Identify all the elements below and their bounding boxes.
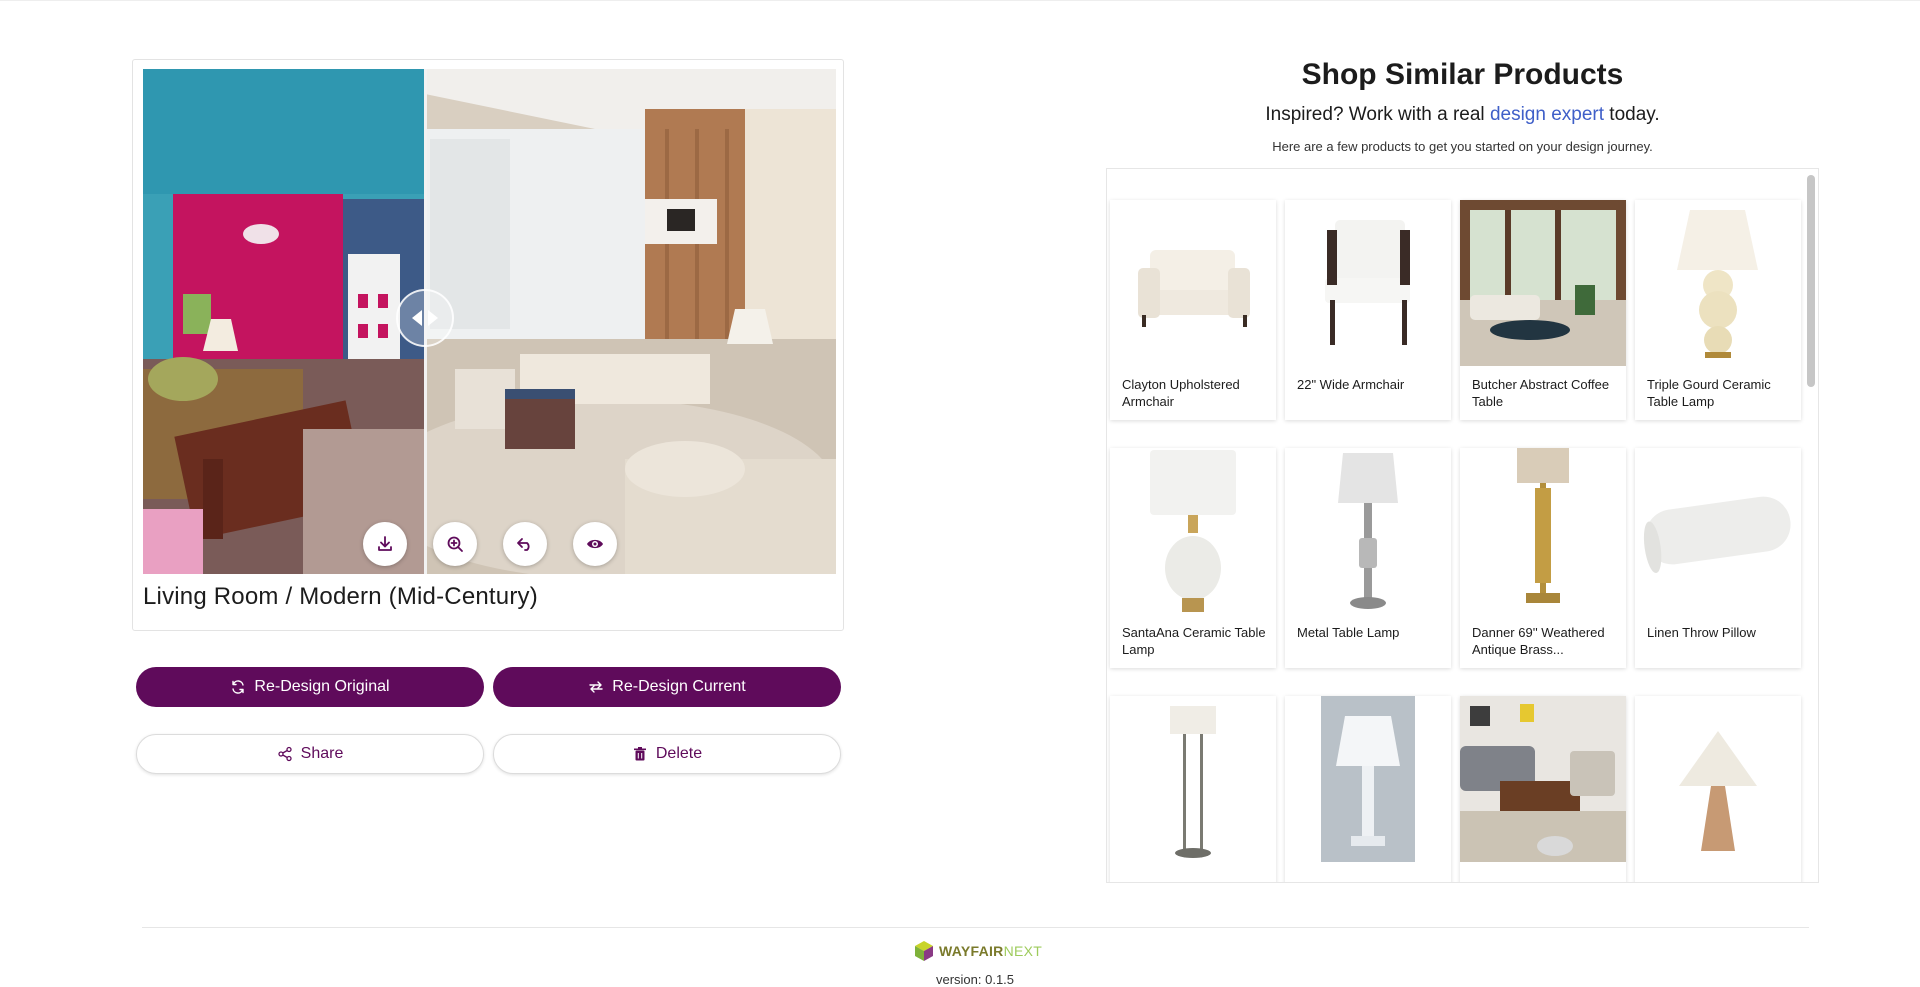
product-image (1635, 448, 1801, 614)
subtitle-suffix: today. (1609, 104, 1660, 125)
wayfair-next-logo: WAYFAIRNEXT (913, 940, 1042, 962)
shop-subtitle: Inspired? Work with a real design expert… (1106, 104, 1819, 126)
product-card[interactable] (1110, 696, 1276, 882)
product-image (1635, 200, 1801, 366)
product-name: Metal Table Lamp (1297, 625, 1400, 640)
product-name: 22" Wide Armchair (1297, 377, 1405, 392)
product-image (1460, 448, 1626, 614)
product-image (1285, 696, 1451, 862)
product-card[interactable]: SantaAna Ceramic Table Lamp (1110, 448, 1276, 668)
redesign-original-button[interactable]: Re-Design Original (136, 667, 484, 707)
product-name: Danner 69'' Weathered Antique Brass... (1472, 625, 1605, 657)
shop-note: Here are a few products to get you start… (1272, 139, 1653, 154)
footer-divider (142, 927, 1809, 928)
delete-label: Delete (655, 745, 703, 762)
arrow-right-icon (428, 310, 438, 326)
product-card[interactable]: Metal Table Lamp (1285, 448, 1451, 668)
refresh-icon (232, 680, 245, 694)
download-icon (378, 536, 392, 551)
product-name: Linen Throw Pillow (1647, 625, 1756, 640)
product-card[interactable]: Butcher Abstract Coffee Table (1460, 200, 1626, 420)
original-room-image (143, 69, 425, 574)
logo-next-text: NEXT (1003, 943, 1043, 959)
product-scrollbar[interactable] (1806, 171, 1816, 871)
product-image (1110, 696, 1276, 862)
product-card[interactable] (1460, 696, 1626, 882)
product-image (1110, 200, 1276, 366)
logo-wayfair-text: WAYFAIR (939, 943, 1004, 959)
redesign-current-button[interactable]: Re-Design Current (493, 667, 841, 707)
design-expert-link[interactable]: design expert (1490, 104, 1604, 125)
top-border (0, 0, 1920, 1)
product-image (1285, 448, 1451, 614)
product-image (1110, 448, 1276, 614)
product-name: Clayton Upholstered Armchair (1122, 377, 1240, 409)
product-card[interactable] (1635, 696, 1801, 882)
product-name: Butcher Abstract Coffee Table (1472, 377, 1610, 409)
product-image (1285, 200, 1451, 366)
subtitle-prefix: Inspired? Work with a real (1265, 104, 1485, 125)
product-card[interactable]: Clayton Upholstered Armchair (1110, 200, 1276, 420)
image-toolbar (143, 522, 836, 568)
swap-arrows-icon (589, 681, 603, 693)
product-image (1460, 696, 1626, 862)
product-image (1635, 696, 1801, 862)
product-card[interactable]: Linen Throw Pillow (1635, 448, 1801, 668)
design-compare-card: Living Room / Modern (Mid-Century) (132, 59, 844, 631)
zoom-in-icon (447, 536, 463, 552)
product-grid[interactable]: Clayton Upholstered Armchair 22" Wide Ar… (1106, 168, 1819, 883)
scrollbar-thumb[interactable] (1807, 175, 1815, 387)
redesign-original-label: Re-Design Original (254, 678, 390, 695)
product-image (1460, 200, 1626, 366)
arrow-left-icon (412, 310, 422, 326)
before-after-slider[interactable] (143, 69, 836, 574)
product-card[interactable]: 22" Wide Armchair (1285, 200, 1451, 420)
product-name: SantaAna Ceramic Table Lamp (1122, 625, 1266, 657)
room-style-title: Living Room / Modern (Mid-Century) (143, 583, 538, 610)
share-button[interactable]: Share (136, 734, 484, 774)
shop-similar-title: Shop Similar Products (1301, 58, 1624, 91)
undo-button[interactable] (503, 522, 547, 566)
product-card[interactable]: Danner 69'' Weathered Antique Brass... (1460, 448, 1626, 668)
product-card[interactable]: Triple Gourd Ceramic Table Lamp (1635, 200, 1801, 420)
product-card[interactable] (1285, 696, 1451, 882)
delete-button[interactable]: Delete (493, 734, 841, 774)
trash-icon (633, 747, 646, 761)
logo-cube-icon (915, 941, 933, 961)
compare-drag-handle[interactable] (396, 289, 454, 347)
undo-icon (517, 538, 530, 551)
eye-icon (587, 539, 603, 549)
share-icon (277, 746, 292, 762)
download-button[interactable] (363, 522, 407, 566)
product-name: Triple Gourd Ceramic Table Lamp (1647, 377, 1771, 409)
share-label: Share (300, 745, 344, 762)
redesigned-room-image (425, 69, 836, 574)
preview-button[interactable] (573, 522, 617, 566)
redesign-current-label: Re-Design Current (612, 678, 746, 695)
version-text: version: 0.1.5 (935, 972, 1015, 987)
zoom-button[interactable] (433, 522, 477, 566)
